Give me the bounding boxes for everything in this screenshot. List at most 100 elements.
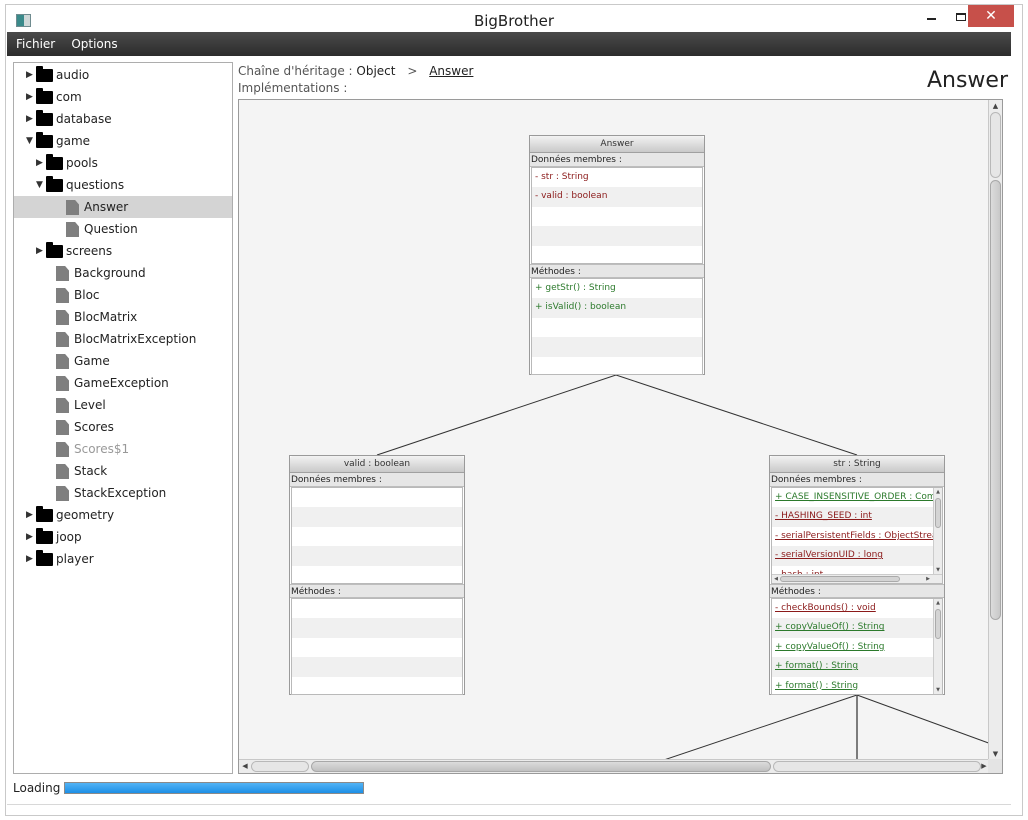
expand-arrow-right-icon[interactable]: ▶ bbox=[26, 108, 36, 130]
method-item bbox=[532, 357, 702, 374]
method-item bbox=[292, 638, 462, 657]
chain-item-object[interactable]: Object bbox=[356, 64, 395, 78]
tree-item-background[interactable]: Background bbox=[14, 262, 232, 284]
method-item[interactable]: + isValid() : boolean bbox=[532, 298, 702, 318]
tree-item-screens[interactable]: ▶ screens bbox=[14, 240, 232, 262]
tree-item-gameexception[interactable]: GameException bbox=[14, 372, 232, 394]
horizontal-scroll-track-right[interactable] bbox=[773, 761, 981, 772]
tree-item-stackexception[interactable]: StackException bbox=[14, 482, 232, 504]
field-item[interactable]: - serialPersistentFields : ObjectStreamF… bbox=[772, 527, 942, 546]
scroll-up-arrow-icon[interactable]: ▲ bbox=[934, 488, 942, 496]
list-vertical-scrollbar[interactable]: ▲ ▼ bbox=[933, 488, 942, 583]
uml-box-title: Answer bbox=[530, 136, 704, 153]
tree-item-answer[interactable]: Answer bbox=[14, 196, 232, 218]
method-item[interactable]: + copyValueOf() : String bbox=[772, 638, 942, 657]
expand-arrow-down-icon[interactable]: ▼ bbox=[26, 130, 36, 152]
scroll-left-arrow-icon[interactable]: ◀ bbox=[239, 760, 251, 773]
tree-item-pools[interactable]: ▶ pools bbox=[14, 152, 232, 174]
list-scroll-thumb[interactable] bbox=[935, 498, 941, 528]
expand-arrow-right-icon[interactable]: ▶ bbox=[26, 504, 36, 526]
file-icon bbox=[56, 486, 69, 501]
method-item[interactable]: + format() : String bbox=[772, 657, 942, 677]
field-item bbox=[292, 527, 462, 546]
expand-arrow-right-icon[interactable]: ▶ bbox=[36, 152, 46, 174]
tree-item-label: Question bbox=[84, 222, 138, 236]
tree-item-label: audio bbox=[56, 68, 90, 82]
canvas-horizontal-scrollbar[interactable]: ◀ ▶ bbox=[239, 759, 990, 773]
method-item[interactable]: + getStr() : String bbox=[532, 279, 702, 298]
vertical-scroll-thumb[interactable] bbox=[990, 180, 1001, 620]
horizontal-scroll-track-left[interactable] bbox=[251, 761, 309, 772]
method-item[interactable]: + copyValueOf() : String bbox=[772, 618, 942, 638]
methods-section-label: Méthodes : bbox=[290, 584, 464, 598]
fields-list[interactable] bbox=[291, 487, 463, 584]
field-item bbox=[292, 546, 462, 566]
minimize-button[interactable] bbox=[916, 5, 946, 27]
package-tree[interactable]: ▶ audio ▶ com ▶ database ▼ game ▶ pools ▼ questions… bbox=[13, 62, 233, 774]
method-item[interactable]: - checkBounds() : void bbox=[772, 599, 942, 618]
field-item[interactable]: - HASHING_SEED : int bbox=[772, 507, 942, 527]
list-scroll-thumb[interactable] bbox=[935, 609, 941, 639]
uml-box-valid[interactable]: valid : boolean Données membres : Méthodes… bbox=[289, 455, 465, 695]
uml-box-str[interactable]: str : String Données membres : + CASE_INSE… bbox=[769, 455, 945, 695]
chain-item-answer[interactable]: Answer bbox=[429, 64, 473, 78]
list-vertical-scrollbar[interactable]: ▲ ▼ bbox=[933, 599, 942, 694]
fields-list[interactable]: + CASE_INSENSITIVE_ORDER : Comparator- H… bbox=[771, 487, 943, 584]
expand-arrow-down-icon[interactable]: ▼ bbox=[36, 174, 46, 196]
fields-section-label: Données membres : bbox=[290, 473, 464, 487]
methods-list[interactable] bbox=[291, 598, 463, 695]
tree-item-scores[interactable]: Scores bbox=[14, 416, 232, 438]
menu-options[interactable]: Options bbox=[65, 32, 122, 56]
tree-item-label: BlocMatrix bbox=[74, 310, 138, 324]
tree-item-scores-1[interactable]: Scores$1 bbox=[14, 438, 232, 460]
horizontal-scroll-thumb[interactable] bbox=[311, 761, 771, 772]
menu-fichier[interactable]: Fichier bbox=[10, 32, 60, 56]
tree-item-joop[interactable]: ▶ joop bbox=[14, 526, 232, 548]
uml-box-answer[interactable]: Answer Données membres :- str : String - v… bbox=[529, 135, 705, 375]
field-item[interactable]: - serialVersionUID : long bbox=[772, 546, 942, 566]
tree-item-questions[interactable]: ▼ questions bbox=[14, 174, 232, 196]
field-item[interactable]: - valid : boolean bbox=[532, 187, 702, 207]
scroll-up-arrow-icon[interactable]: ▲ bbox=[989, 100, 1002, 112]
expand-arrow-right-icon[interactable]: ▶ bbox=[36, 240, 46, 262]
tree-item-blocmatrixexception[interactable]: BlocMatrixException bbox=[14, 328, 232, 350]
expand-arrow-right-icon[interactable]: ▶ bbox=[26, 86, 36, 108]
methods-list[interactable]: - checkBounds() : void + copyValueOf() : … bbox=[771, 598, 943, 695]
tree-item-stack[interactable]: Stack bbox=[14, 460, 232, 482]
tree-item-blocmatrix[interactable]: BlocMatrix bbox=[14, 306, 232, 328]
vertical-scroll-track-upper[interactable] bbox=[990, 112, 1001, 178]
tree-item-com[interactable]: ▶ com bbox=[14, 86, 232, 108]
method-item bbox=[292, 677, 462, 694]
tree-item-audio[interactable]: ▶ audio bbox=[14, 64, 232, 86]
tree-item-player[interactable]: ▶ player bbox=[14, 548, 232, 570]
scroll-left-arrow-icon[interactable]: ◀ bbox=[772, 575, 780, 583]
scroll-up-arrow-icon[interactable]: ▲ bbox=[934, 599, 942, 607]
methods-list[interactable]: + getStr() : String + isValid() : boolean bbox=[531, 278, 703, 375]
method-item[interactable]: + format() : String bbox=[772, 677, 942, 694]
field-item[interactable]: - str : String bbox=[532, 168, 702, 187]
list-horizontal-scrollbar[interactable]: ◀ ▶ bbox=[772, 574, 942, 583]
list-hscroll-thumb[interactable] bbox=[780, 576, 900, 582]
field-item bbox=[292, 566, 462, 583]
scroll-right-arrow-icon[interactable]: ▶ bbox=[924, 575, 932, 583]
close-icon: ✕ bbox=[985, 8, 997, 24]
fields-list[interactable]: - str : String - valid : boolean bbox=[531, 167, 703, 264]
tree-item-game[interactable]: Game bbox=[14, 350, 232, 372]
scroll-down-arrow-icon[interactable]: ▼ bbox=[934, 566, 942, 574]
method-item bbox=[292, 657, 462, 677]
tree-item-question[interactable]: Question bbox=[14, 218, 232, 240]
scroll-down-arrow-icon[interactable]: ▼ bbox=[934, 686, 942, 694]
expand-arrow-right-icon[interactable]: ▶ bbox=[26, 64, 36, 86]
uml-canvas[interactable]: Answer Données membres : - str : String - v… bbox=[238, 99, 1003, 774]
tree-item-database[interactable]: ▶ database bbox=[14, 108, 232, 130]
tree-item-game[interactable]: ▼ game bbox=[14, 130, 232, 152]
tree-item-level[interactable]: Level bbox=[14, 394, 232, 416]
canvas-vertical-scrollbar[interactable]: ▲ ▼ bbox=[988, 100, 1002, 760]
expand-arrow-right-icon[interactable]: ▶ bbox=[26, 548, 36, 570]
close-button[interactable]: ✕ bbox=[968, 5, 1014, 27]
folder-icon bbox=[36, 528, 53, 544]
field-item[interactable]: + CASE_INSENSITIVE_ORDER : Comparator bbox=[772, 488, 942, 507]
expand-arrow-right-icon[interactable]: ▶ bbox=[26, 526, 36, 548]
tree-item-geometry[interactable]: ▶ geometry bbox=[14, 504, 232, 526]
tree-item-bloc[interactable]: Bloc bbox=[14, 284, 232, 306]
